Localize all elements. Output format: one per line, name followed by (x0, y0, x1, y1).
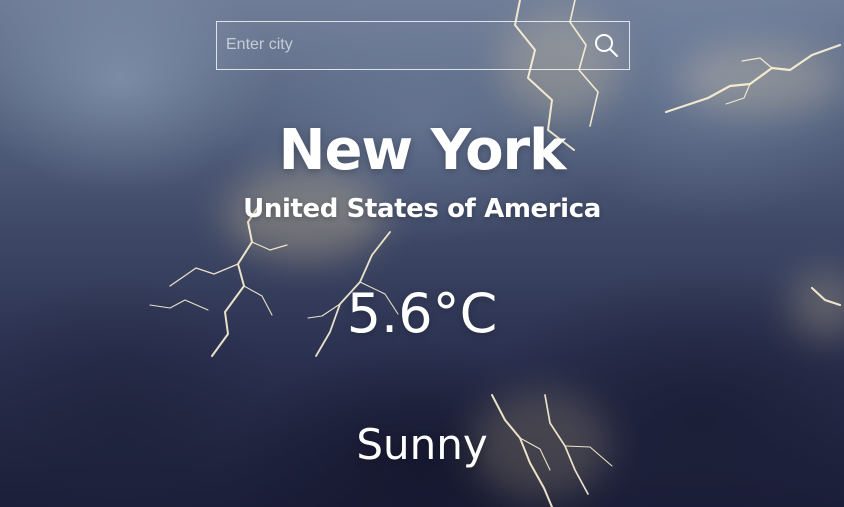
weather-condition: Sunny (356, 420, 488, 469)
country-name: United States of America (243, 194, 601, 224)
search-button[interactable] (591, 30, 621, 60)
search-bar (216, 21, 630, 70)
temperature-value: 5.6°C (346, 282, 498, 345)
search-icon (595, 34, 618, 57)
city-search-input[interactable] (217, 22, 577, 68)
city-name: New York (278, 118, 567, 183)
